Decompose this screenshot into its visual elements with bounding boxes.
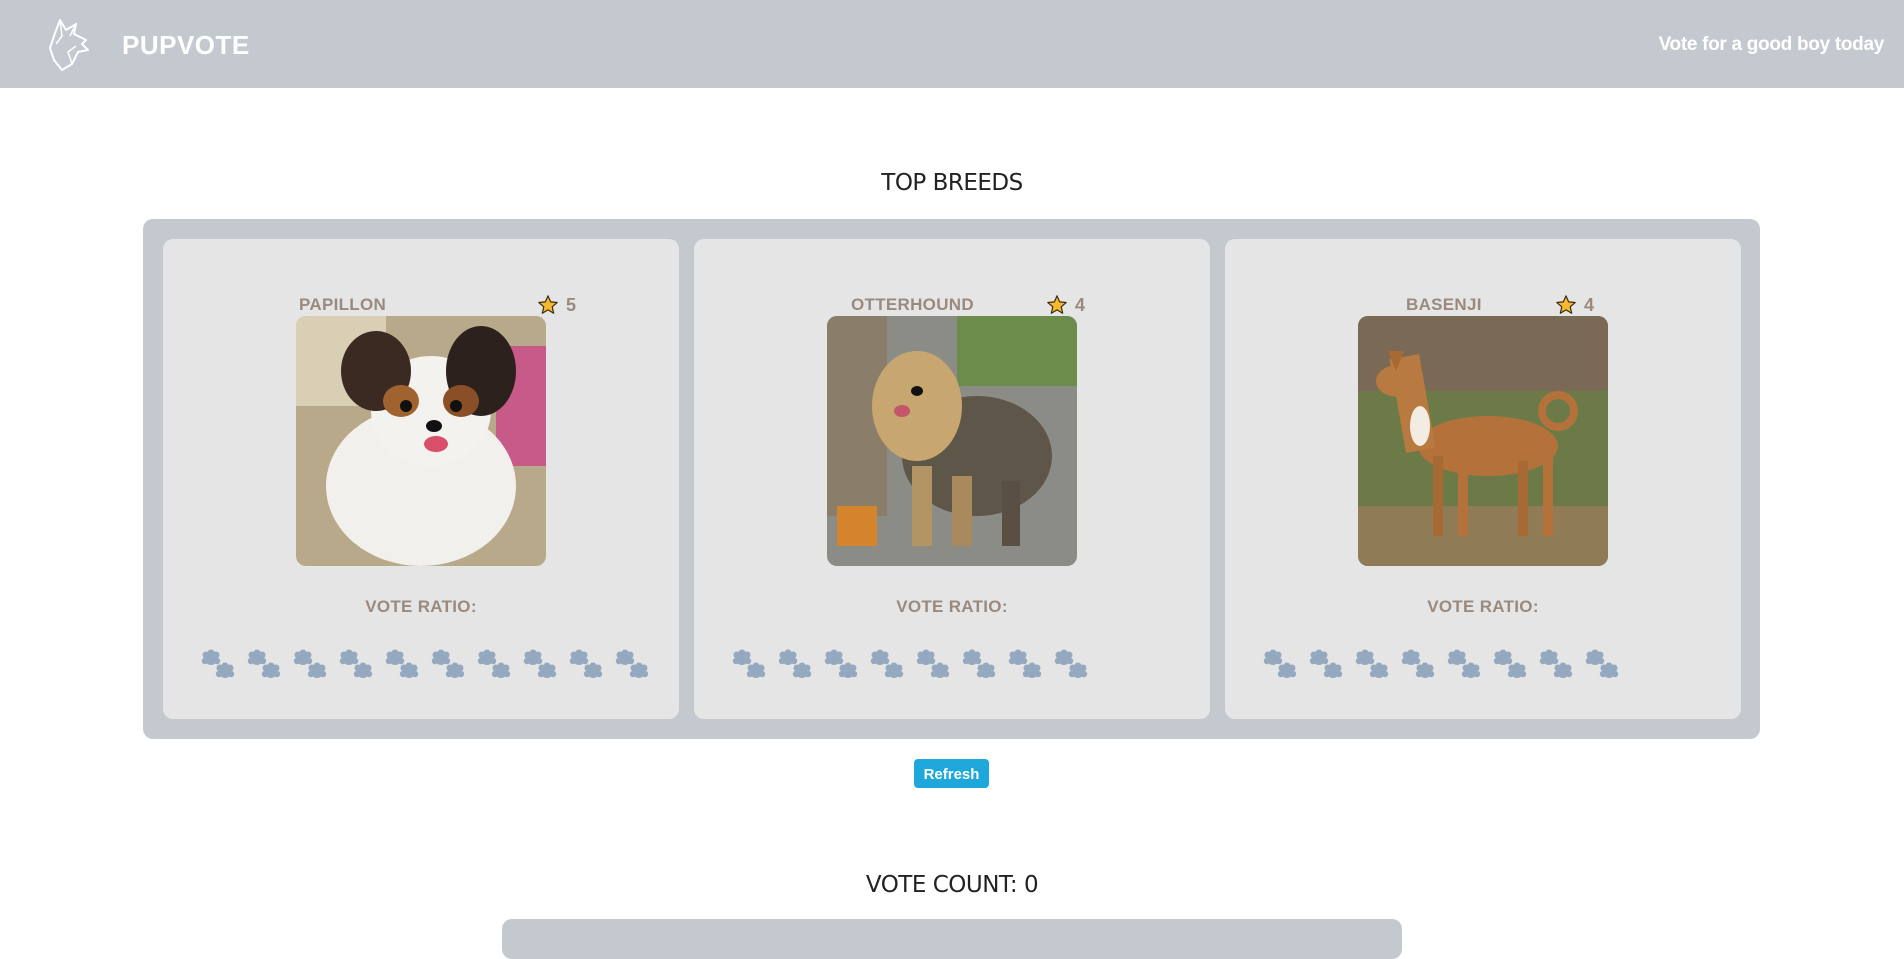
paw-icon [1447,649,1481,678]
paw-icon [385,649,419,678]
paw-icon [339,649,373,678]
breed-photo [827,316,1077,566]
star-icon [1556,295,1576,314]
header: PUPVOTE Vote for a good boy today [0,0,1904,88]
paw-icon [1401,649,1435,678]
tagline: Vote for a good boy today [1658,34,1885,55]
top-breeds-title: TOP BREEDS [881,170,1023,196]
paw-icon [201,649,235,678]
paw-icon [1309,649,1343,678]
refresh-button[interactable]: Refresh [914,759,989,788]
rating-value: 4 [1584,294,1595,315]
breed-card-basenji: BASENJI 4 VOTE RATIO: [1225,239,1741,719]
rating-value: 4 [1075,294,1086,315]
paw-icon [477,649,511,678]
paw-icon [962,649,996,678]
breed-photo [296,316,546,566]
wolf-head-icon[interactable] [42,14,98,74]
breed-card-otterhound: OTTERHOUND 4 VOTE RATIO: [694,239,1210,719]
paw-icon [916,649,950,678]
vote-count-panel [502,919,1402,959]
paw-icon [523,649,557,678]
paw-icon [569,649,603,678]
paw-icon [1539,649,1573,678]
paw-icon [778,649,812,678]
breed-card-papillon: PAPILLON 5 VOTE RATIO: [163,239,679,719]
vote-ratio-label: VOTE RATIO: [896,597,1008,616]
breed-rating: 5 [537,294,576,316]
vote-count-title: VOTE COUNT: 0 [865,872,1039,898]
paw-icon [870,649,904,678]
breed-rating: 4 [1555,294,1594,316]
top-breeds-panel: PAPILLON 5 VOTE RATIO: OTTERHOUND 4 VOTE… [143,219,1760,739]
brand-name[interactable]: PUPVOTE [122,30,250,61]
paw-icon [1585,649,1619,678]
paw-icon [1263,649,1297,678]
paw-icon [615,649,649,678]
breed-name: OTTERHOUND [851,295,974,314]
star-icon [538,295,558,314]
paw-icon [732,649,766,678]
paw-icon [1493,649,1527,678]
paw-icon [293,649,327,678]
paw-icon [1355,649,1389,678]
breed-name: BASENJI [1406,295,1482,314]
breed-rating: 4 [1046,294,1085,316]
paw-icon [824,649,858,678]
paw-icon [247,649,281,678]
paw-icon [1054,649,1088,678]
star-icon [1047,295,1067,314]
paw-icon [1008,649,1042,678]
breed-photo [1358,316,1608,566]
rating-value: 5 [566,294,577,315]
breed-name: PAPILLON [299,295,387,314]
paw-icon [431,649,465,678]
vote-ratio-label: VOTE RATIO: [365,597,477,616]
vote-ratio-label: VOTE RATIO: [1427,597,1539,616]
